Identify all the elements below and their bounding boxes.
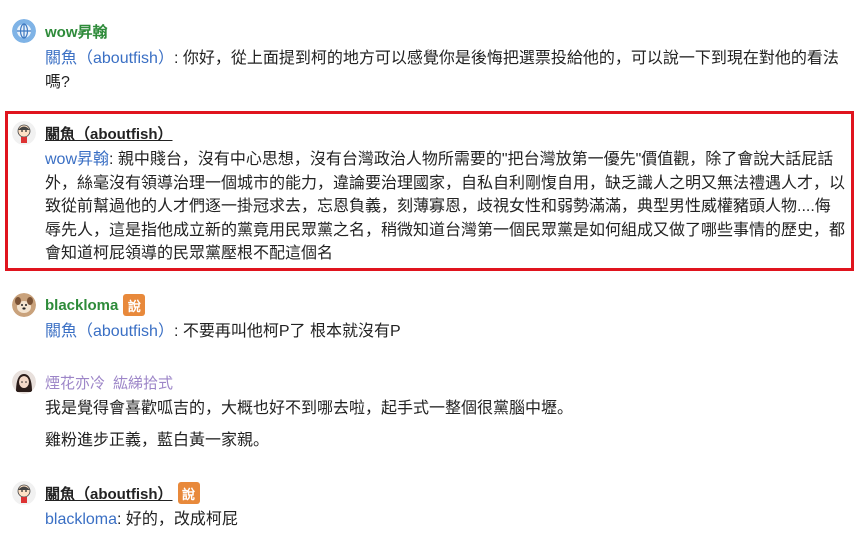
separator: : bbox=[173, 323, 183, 340]
globe-avatar-icon[interactable] bbox=[12, 19, 36, 43]
comment-body: 關魚（aboutfish）: 不要再叫他柯P了 根本就沒有P bbox=[45, 320, 845, 344]
user-title: 紘綈拾式 bbox=[113, 374, 174, 392]
comment-body: 關魚（aboutfish）: 你好，從上面提到柯的地方可以感覺你是後悔把選票投給… bbox=[45, 47, 845, 94]
separator: : bbox=[117, 511, 126, 528]
separator: : bbox=[173, 50, 183, 67]
cartoon-avatar-icon[interactable] bbox=[12, 481, 36, 505]
dog-avatar-icon[interactable] bbox=[12, 293, 36, 317]
comment-text: 好的，改成柯屁 bbox=[125, 511, 238, 528]
comment-author[interactable]: 關魚（aboutfish） bbox=[45, 483, 173, 504]
comment-paragraph: 我是覺得會喜歡呱吉的，大概也好不到哪去啦，起手式一整個很黨腦中壢。 bbox=[45, 400, 574, 417]
comment-text: 不要再叫他柯P了 根本就沒有P bbox=[182, 323, 401, 340]
girl-avatar-icon[interactable] bbox=[12, 370, 36, 394]
comment-author[interactable]: wow昇翰 bbox=[45, 21, 108, 42]
say-badge: 說 bbox=[123, 294, 146, 316]
reply-to-link[interactable]: 關魚（aboutfish） bbox=[45, 323, 174, 340]
comment-body: blackloma: 好的，改成柯屁 bbox=[45, 508, 845, 532]
comment-author[interactable]: 煙花亦冷 bbox=[45, 372, 105, 393]
say-badge: 說 bbox=[177, 482, 200, 504]
comment-paragraph: 雞粉進步正義，藍白黃一家親。 bbox=[45, 432, 270, 449]
reply-to-link[interactable]: 關魚（aboutfish） bbox=[45, 50, 174, 67]
comment-author[interactable]: blackloma bbox=[45, 297, 118, 314]
reply-to-link[interactable]: blackloma bbox=[45, 511, 117, 528]
highlight-box bbox=[5, 111, 854, 271]
